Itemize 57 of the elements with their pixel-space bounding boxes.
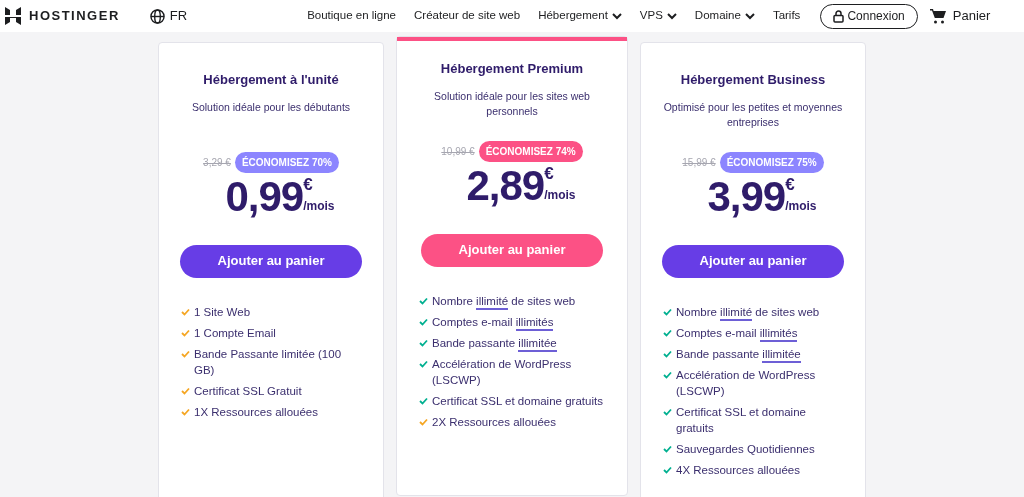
language-selector[interactable]: FR	[149, 6, 188, 26]
plan-description: Solution idéale pour les sites web personnels	[433, 88, 591, 119]
nav-link[interactable]: Tarifs	[772, 7, 801, 25]
logo-icon	[5, 7, 21, 25]
feature-text: Accélération de WordPress (LSCWP)	[432, 356, 573, 388]
price: 2,89	[466, 163, 545, 208]
discount-badge: ÉCONOMISEZ 74%	[478, 140, 583, 162]
plan-title: Hébergement Premium	[440, 60, 584, 78]
old-price: 3,29 €	[203, 155, 231, 170]
nav-link[interactable]: Domaine	[694, 7, 755, 25]
feature-text: Nombre illimité de sites web	[432, 292, 576, 309]
nav-link[interactable]: Créateur de site web	[414, 7, 521, 25]
plan-title: Hébergement Business	[680, 71, 826, 89]
feature-text: Certificat SSL et domaine gratuits	[676, 404, 807, 436]
cart-link[interactable]: Panier	[929, 6, 991, 26]
price-period: /mois	[303, 198, 335, 213]
logo-link[interactable]: HOSTINGER	[5, 6, 120, 26]
price: 0,99	[225, 174, 304, 219]
feature-text: 2X Ressources allouées	[432, 414, 556, 430]
old-price: 10,99 €	[441, 144, 475, 159]
nav-link[interactable]: Boutique en ligne	[307, 7, 397, 25]
add-to-cart-button[interactable]: Ajouter au panier	[662, 244, 844, 278]
feature-text: Bande passante illimitée	[432, 334, 557, 351]
feature-text: Certificat SSL Gratuit	[194, 383, 302, 399]
chevron-down-icon	[611, 12, 622, 20]
lock-icon	[833, 9, 845, 23]
chevron-down-icon	[666, 12, 677, 20]
feature-text: Bande passante illimitée	[676, 345, 801, 362]
feature-text: Bande Passante limitée (100 GB)	[194, 346, 343, 378]
feature-text: Nombre illimité de sites web	[676, 303, 820, 320]
old-price: 15,99 €	[682, 155, 716, 170]
currency-symbol: €	[785, 174, 796, 194]
feature-text: Certificat SSL et domaine gratuits	[432, 393, 603, 409]
globe-icon	[149, 8, 165, 24]
plan-description: Solution idéale pour les débutants	[190, 99, 352, 115]
currency-symbol: €	[544, 163, 555, 183]
feature-text: Sauvegardes Quotidiennes	[676, 441, 815, 457]
feature-text: 4X Ressources allouées	[676, 462, 800, 478]
nav-link[interactable]: VPS	[639, 7, 677, 25]
cart-icon	[929, 8, 946, 24]
feature-text: Comptes e-mail illimités	[432, 313, 554, 330]
currency-symbol: €	[303, 174, 314, 194]
feature-text: 1 Site Web	[194, 304, 251, 320]
discount-badge: ÉCONOMISEZ 70%	[234, 151, 339, 173]
plan-description: Optimisé pour les petites et moyennes entreprises	[662, 99, 844, 130]
feature-text: 1 Compte Email	[194, 325, 276, 341]
nav-link[interactable]: Hébergement	[538, 7, 622, 25]
price: 3,99	[707, 174, 786, 219]
feature-text: Accélération de WordPress (LSCWP)	[676, 367, 817, 399]
chevron-down-icon	[744, 12, 755, 20]
feature-text: Comptes e-mail illimités	[676, 324, 798, 341]
feature-text: 1X Ressources allouées	[194, 404, 318, 420]
add-to-cart-button[interactable]: Ajouter au panier	[180, 244, 362, 278]
discount-badge: ÉCONOMISEZ 75%	[719, 151, 824, 173]
price-period: /mois	[544, 187, 576, 202]
plan-title: Hébergement à l'unité	[203, 71, 339, 89]
price-period: /mois	[785, 198, 817, 213]
